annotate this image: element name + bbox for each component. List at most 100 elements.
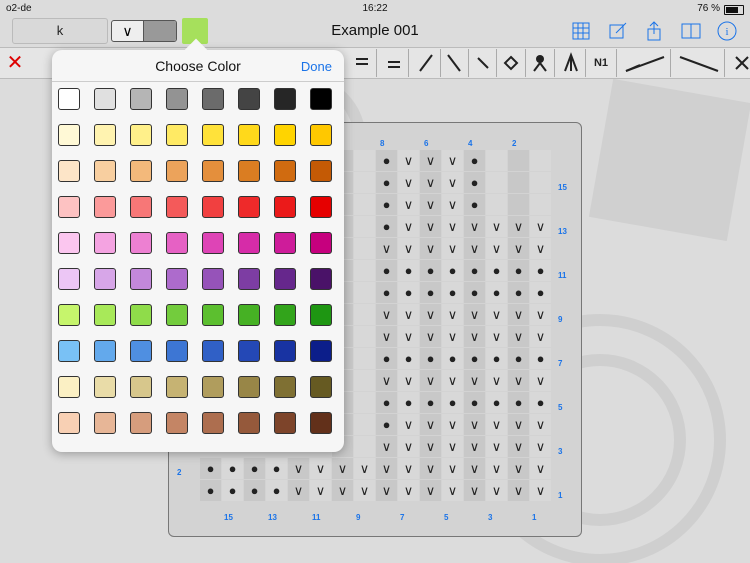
chart-cell[interactable]: ∨ (508, 304, 529, 325)
color-swatch[interactable] (274, 376, 296, 398)
chart-cell[interactable]: ● (244, 480, 265, 501)
color-swatch[interactable] (274, 196, 296, 218)
chart-cell[interactable]: ∨ (376, 370, 397, 391)
chart-cell[interactable] (530, 194, 551, 215)
chart-cell[interactable]: ● (442, 348, 463, 369)
chart-cell[interactable]: ∨ (420, 216, 441, 237)
chart-cell[interactable]: ∨ (464, 414, 485, 435)
chart-cell[interactable] (354, 304, 375, 325)
tool-n1[interactable]: N1 (586, 49, 617, 77)
chart-cell[interactable]: ∨ (486, 370, 507, 391)
chart-cell[interactable]: ∨ (376, 326, 397, 347)
chart-cell[interactable]: ● (508, 260, 529, 281)
chart-cell[interactable]: ∨ (442, 238, 463, 259)
chart-cell[interactable]: ∨ (420, 480, 441, 501)
color-swatch[interactable] (238, 412, 260, 434)
tool-triple-dec[interactable] (557, 49, 586, 77)
chart-cell[interactable]: ∨ (354, 458, 375, 479)
chart-cell[interactable]: ∨ (398, 414, 419, 435)
chart-cell[interactable]: ∨ (486, 216, 507, 237)
chart-cell[interactable]: ● (200, 458, 221, 479)
chart-cell[interactable]: ● (266, 458, 287, 479)
chart-cell[interactable]: ● (398, 392, 419, 413)
chart-cell[interactable]: ∨ (354, 480, 375, 501)
chart-cell[interactable]: ∨ (530, 216, 551, 237)
chart-cell[interactable]: ∨ (508, 238, 529, 259)
chart-cell[interactable]: ● (442, 260, 463, 281)
chart-cell[interactable] (354, 326, 375, 347)
chart-cell[interactable]: ● (486, 260, 507, 281)
color-swatch[interactable] (310, 232, 332, 254)
chart-cell[interactable]: ∨ (376, 304, 397, 325)
tool-cross[interactable] (728, 49, 750, 77)
chart-cell[interactable] (508, 150, 529, 171)
chart-cell[interactable]: ● (464, 282, 485, 303)
chart-cell[interactable]: ∨ (398, 304, 419, 325)
color-swatch[interactable] (274, 160, 296, 182)
chart-cell[interactable]: ● (398, 348, 419, 369)
color-swatch[interactable] (202, 340, 224, 362)
chart-cell[interactable]: ∨ (398, 458, 419, 479)
color-swatch[interactable] (310, 340, 332, 362)
color-swatch[interactable] (58, 304, 80, 326)
color-swatch[interactable] (238, 376, 260, 398)
color-swatch[interactable] (238, 88, 260, 110)
color-swatch[interactable] (310, 160, 332, 182)
chart-cell[interactable]: ∨ (442, 172, 463, 193)
chart-cell[interactable]: ∨ (398, 194, 419, 215)
color-swatch[interactable] (94, 304, 116, 326)
chart-cell[interactable]: ● (266, 480, 287, 501)
color-swatch[interactable] (274, 268, 296, 290)
chart-cell[interactable]: ∨ (508, 370, 529, 391)
chart-cell[interactable]: ∨ (464, 370, 485, 391)
color-swatch[interactable] (58, 232, 80, 254)
chart-cell[interactable] (486, 172, 507, 193)
chart-cell[interactable]: ∨ (508, 436, 529, 457)
chart-cell[interactable]: ∨ (376, 458, 397, 479)
chart-cell[interactable] (354, 260, 375, 281)
chart-cell[interactable]: ∨ (442, 458, 463, 479)
chart-cell[interactable]: ● (442, 282, 463, 303)
chart-cell[interactable] (486, 150, 507, 171)
tool-left-slant[interactable] (440, 49, 469, 77)
color-swatch[interactable] (274, 232, 296, 254)
chart-cell[interactable]: ∨ (508, 216, 529, 237)
chart-cell[interactable]: ● (486, 282, 507, 303)
chart-cell[interactable]: ● (464, 260, 485, 281)
chart-cell[interactable] (354, 216, 375, 237)
chart-cell[interactable]: ∨ (486, 414, 507, 435)
chart-cell[interactable]: ∨ (508, 458, 529, 479)
chart-cell[interactable]: ● (530, 282, 551, 303)
color-swatch[interactable] (58, 160, 80, 182)
chart-cell[interactable]: ∨ (420, 436, 441, 457)
chart-cell[interactable]: ∨ (486, 436, 507, 457)
color-swatch[interactable] (166, 376, 188, 398)
chart-cell[interactable]: ● (486, 392, 507, 413)
chart-cell[interactable]: ∨ (420, 194, 441, 215)
chart-cell[interactable]: ∨ (420, 458, 441, 479)
color-swatch[interactable] (166, 160, 188, 182)
chart-cell[interactable]: ∨ (376, 238, 397, 259)
chart-cell[interactable]: ● (508, 348, 529, 369)
chart-cell[interactable]: ● (464, 172, 485, 193)
color-swatch[interactable] (274, 340, 296, 362)
color-swatch[interactable] (94, 88, 116, 110)
chart-cell[interactable] (354, 150, 375, 171)
color-swatch[interactable] (130, 304, 152, 326)
color-swatch[interactable] (238, 340, 260, 362)
color-swatch[interactable] (238, 124, 260, 146)
color-swatch[interactable] (274, 412, 296, 434)
chart-cell[interactable]: ● (376, 392, 397, 413)
chart-cell[interactable]: ∨ (420, 326, 441, 347)
chart-cell[interactable]: ● (376, 260, 397, 281)
color-swatch[interactable] (238, 268, 260, 290)
color-swatch[interactable] (202, 304, 224, 326)
color-swatch[interactable] (94, 268, 116, 290)
chart-cell[interactable]: ∨ (486, 458, 507, 479)
color-swatch[interactable] (202, 160, 224, 182)
chart-cell[interactable]: ∨ (442, 480, 463, 501)
chart-cell[interactable]: ∨ (530, 238, 551, 259)
chart-cell[interactable]: ∨ (420, 304, 441, 325)
chart-cell[interactable]: ● (508, 282, 529, 303)
chart-cell[interactable]: ∨ (464, 238, 485, 259)
